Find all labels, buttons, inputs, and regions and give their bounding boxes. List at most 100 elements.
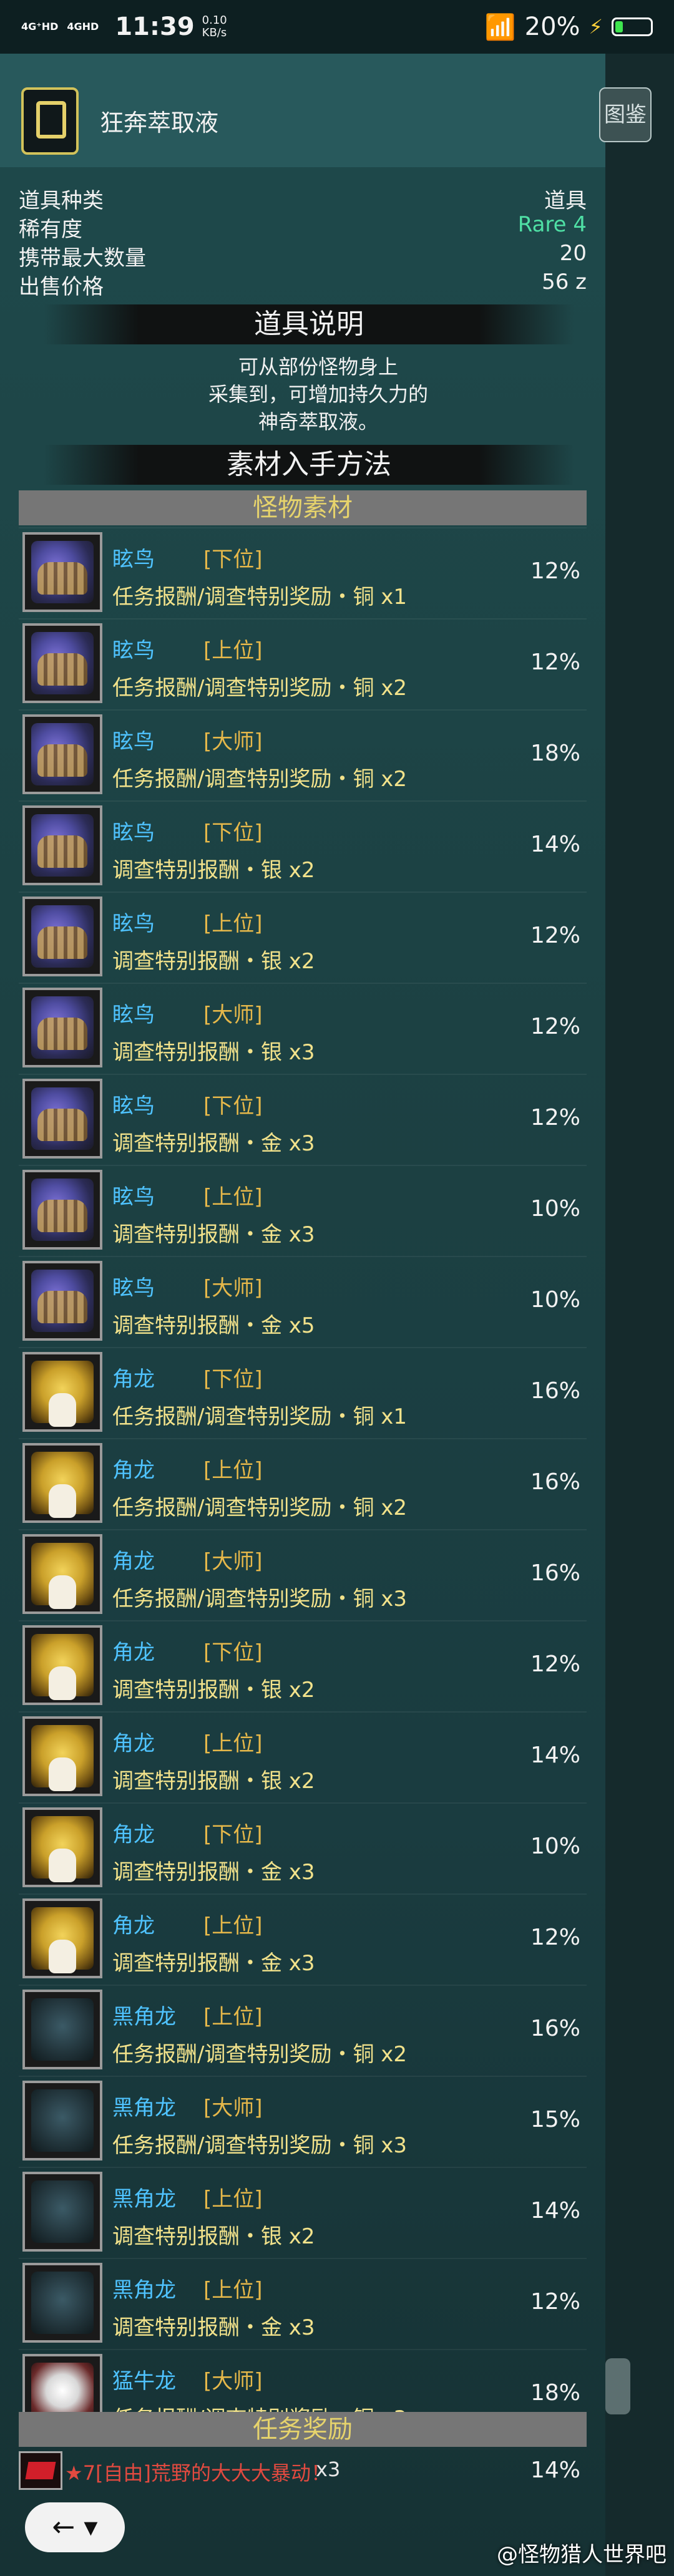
drop-rate: 16% [530,1469,580,1495]
drop-rate: 10% [530,1196,580,1222]
material-row[interactable]: 角龙 [上位] 任务报酬/调查特别奖励・铜 x2 16% [19,1438,587,1529]
monster-glyph [31,2180,94,2243]
monster-name[interactable]: 黑角龙 [112,2273,176,2303]
monster-name[interactable]: 眩鸟 [112,815,155,846]
back-button[interactable]: ← ▾ [25,2502,125,2552]
material-row[interactable]: 眩鸟 [下位] 任务报酬/调查特别奖励・铜 x1 12% [19,527,587,618]
monster-horn-icon [22,1625,102,1705]
monster-name[interactable]: 角龙 [112,1908,155,1939]
drop-rate: 12% [530,923,580,948]
side-panel-strip [605,54,674,2576]
monster-bird-icon [22,1079,102,1159]
monster-name[interactable]: 角龙 [112,1362,155,1392]
material-row[interactable]: 眩鸟 [上位] 调查特别报酬・银 x2 12% [19,892,587,983]
item-info-value: 道具 [544,188,587,213]
monster-black-icon [22,2081,102,2160]
drop-rate: 18% [530,741,580,766]
monster-name[interactable]: 角龙 [112,1544,155,1575]
monster-glyph [31,1816,94,1882]
material-row[interactable]: 黑角龙 [上位] 任务报酬/调查特别奖励・铜 x2 16% [19,1985,587,2076]
monster-name[interactable]: 角龙 [112,1817,155,1848]
reward-condition: 调查特别报酬・金 x5 [112,1313,315,1338]
material-list: 眩鸟 [下位] 任务报酬/调查特别奖励・铜 x1 12% 眩鸟 [上位] 任务报酬/调查特别… [19,527,587,2440]
item-info-row: 道具种类 道具 [19,183,587,213]
material-row[interactable]: 黑角龙 [上位] 调查特别报酬・金 x3 12% [19,2258,587,2349]
reward-condition: 调查特别报酬・金 x3 [112,1131,315,1156]
monster-glyph [31,1725,94,1791]
reward-condition: 任务报酬/调查特别奖励・铜 x3 [112,1587,408,1611]
material-row[interactable]: 角龙 [下位] 调查特别报酬・银 x2 12% [19,1620,587,1711]
monster-rank: [大师] [203,1003,263,1028]
material-row[interactable]: 角龙 [上位] 调查特别报酬・银 x2 14% [19,1711,587,1802]
material-row[interactable]: 角龙 [大师] 任务报酬/调查特别奖励・铜 x3 16% [19,1529,587,1620]
item-info-label: 携带最大数量 [19,246,146,271]
monster-material-bar: 怪物素材 [19,490,587,525]
monster-name[interactable]: 眩鸟 [112,906,155,937]
monster-name[interactable]: 眩鸟 [112,724,155,755]
monster-horn-icon [22,1534,102,1614]
monster-black-icon [22,2172,102,2252]
material-row[interactable]: 黑角龙 [大师] 任务报酬/调查特别奖励・铜 x3 15% [19,2076,587,2167]
monster-horn-icon [22,1898,102,1978]
reward-condition: 任务报酬/调查特别奖励・铜 x2 [112,676,408,701]
encyclopedia-button[interactable]: 图鉴 [599,87,652,142]
monster-name[interactable]: 眩鸟 [112,1180,155,1210]
network-indicator-2: 4GHD [67,21,99,32]
obtain-methods-title: 素材入手方法 [44,445,574,485]
monster-name[interactable]: 黑角龙 [112,2091,176,2121]
quest-reward-bar: 任务奖励 [19,2412,587,2447]
drop-rate: 12% [530,558,580,584]
status-bar: 4G⁺HD 4GHD 11:39 0.10 KB/s 📶 20% ⚡ [0,0,674,54]
monster-rank: [下位] [203,1822,263,1847]
material-row[interactable]: 眩鸟 [上位] 任务报酬/调查特别奖励・铜 x2 12% [19,618,587,709]
scroll-handle[interactable] [605,2358,630,2414]
monster-horn-icon [22,1716,102,1796]
monster-name[interactable]: 角龙 [112,1453,155,1484]
monster-name[interactable]: 眩鸟 [112,633,155,664]
monster-name[interactable]: 眩鸟 [112,1271,155,1301]
material-row[interactable]: 角龙 [上位] 调查特别报酬・金 x3 12% [19,1893,587,1985]
monster-name[interactable]: 角龙 [112,1726,155,1757]
material-row[interactable]: 眩鸟 [下位] 调查特别报酬・金 x3 12% [19,1074,587,1165]
reward-condition: 调查特别报酬・银 x2 [112,1678,315,1703]
material-row[interactable]: 角龙 [下位] 调查特别报酬・金 x3 10% [19,1802,587,1893]
monster-glyph [31,1998,94,2061]
monster-rank: [下位] [203,1094,263,1119]
monster-name[interactable]: 眩鸟 [112,1089,155,1119]
reward-condition: 任务报酬/调查特别奖励・铜 x2 [112,2042,408,2067]
quest-reward-row[interactable]: ★7[自由]荒野的大大大暴动！ x3 14% [19,2451,587,2490]
monster-glyph [31,1907,94,1973]
material-row[interactable]: 眩鸟 [大师] 任务报酬/调查特别奖励・铜 x2 18% [19,709,587,800]
material-row[interactable]: 眩鸟 [大师] 调查特别报酬・银 x3 12% [19,983,587,1074]
material-row[interactable]: 角龙 [下位] 任务报酬/调查特别奖励・铜 x1 16% [19,1347,587,1438]
monster-bird-icon [22,623,102,703]
monster-name[interactable]: 黑角龙 [112,2000,176,2030]
description-title: 道具说明 [44,304,574,344]
reward-condition: 调查特别报酬・银 x2 [112,1769,315,1794]
item-title: 狂奔萃取液 [100,109,219,137]
reward-condition: 调查特别报酬・金 x3 [112,1222,315,1247]
drop-rate: 12% [530,1651,580,1677]
material-row[interactable]: 眩鸟 [大师] 调查特别报酬・金 x5 10% [19,1256,587,1347]
monster-rank: [上位] [203,1913,263,1938]
reward-condition: 调查特别报酬・银 x2 [112,2224,315,2249]
quest-rate: 14% [530,2457,580,2483]
quest-qty: x3 [316,2457,341,2481]
monster-name[interactable]: 角龙 [112,1635,155,1666]
monster-bird-icon [22,1261,102,1341]
monster-horn-icon [22,1352,102,1432]
material-row[interactable]: 眩鸟 [上位] 调查特别报酬・金 x3 10% [19,1165,587,1256]
material-row[interactable]: 黑角龙 [上位] 调查特别报酬・银 x2 14% [19,2167,587,2258]
monster-name[interactable]: 眩鸟 [112,998,155,1028]
drop-rate: 12% [530,2289,580,2315]
monster-glyph [31,1087,94,1150]
quest-icon [19,2451,62,2490]
item-info-row: 稀有度 Rare 4 [19,212,587,242]
monster-name[interactable]: 眩鸟 [112,542,155,573]
monster-name[interactable]: 猛牛龙 [112,2364,176,2394]
reward-condition: 调查特别报酬・金 x3 [112,1860,315,1885]
monster-glyph [31,541,94,603]
material-row[interactable]: 眩鸟 [下位] 调查特别报酬・银 x2 14% [19,800,587,892]
monster-name[interactable]: 黑角龙 [112,2182,176,2212]
drop-rate: 14% [530,1742,580,1768]
